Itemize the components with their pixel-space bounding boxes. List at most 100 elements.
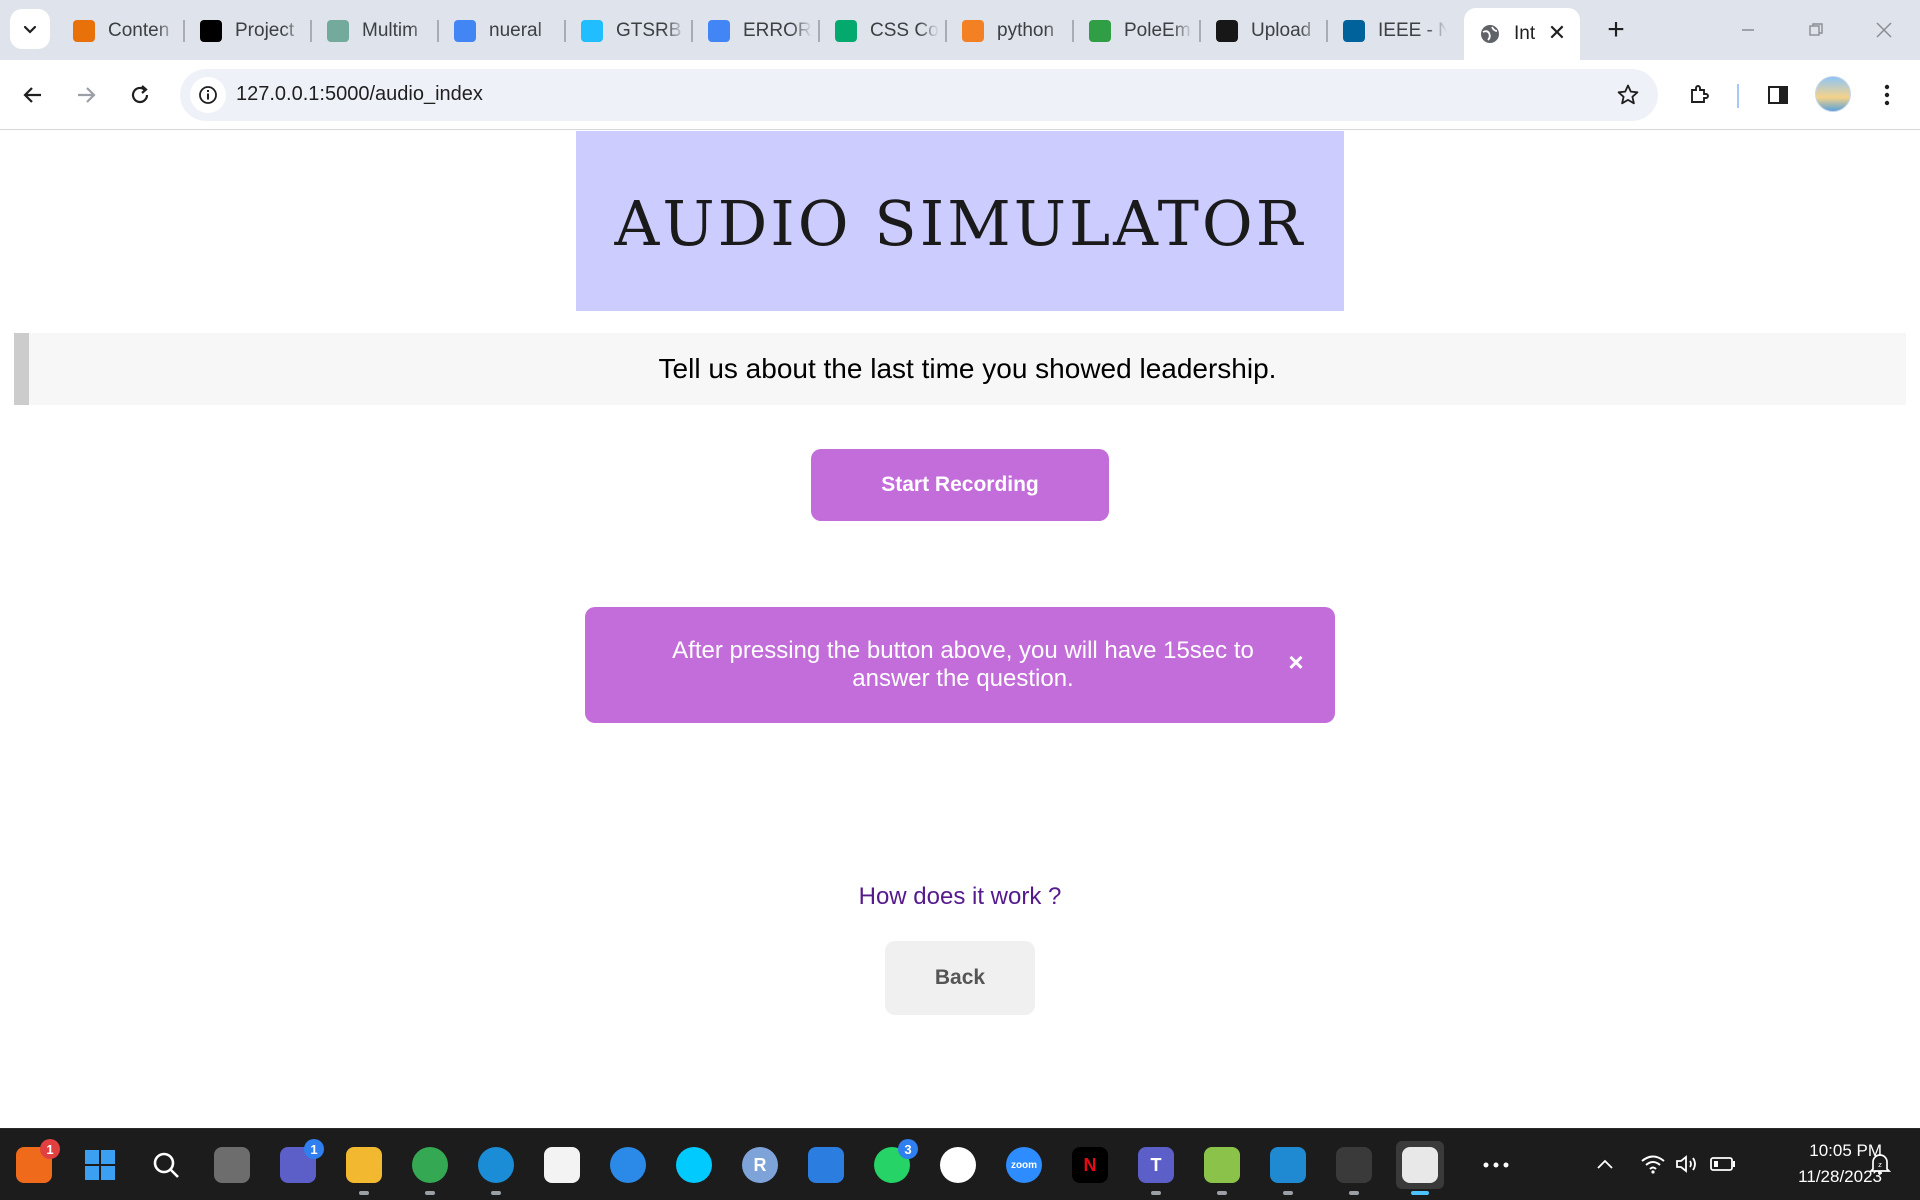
star-icon	[1617, 84, 1639, 105]
more-apps-taskbar-button[interactable]	[1472, 1141, 1520, 1189]
chrome-taskbar-button[interactable]	[406, 1141, 454, 1195]
question-blockquote: Tell us about the last time you showed l…	[14, 333, 1906, 405]
battery-icon	[1710, 1157, 1735, 1171]
notification-badge: 1	[304, 1139, 324, 1159]
minimize-button[interactable]	[1720, 10, 1776, 50]
back-button[interactable]: Back	[885, 941, 1035, 1015]
extensions-button[interactable]	[1680, 76, 1718, 114]
reload-button[interactable]	[118, 73, 162, 117]
tab[interactable]: python	[949, 12, 1068, 50]
zoom-icon: zoom	[1006, 1147, 1042, 1183]
close-tab-icon[interactable]: ✕	[1546, 20, 1568, 45]
zoom-taskbar-button[interactable]: zoom	[1000, 1141, 1048, 1189]
bookmark-button[interactable]	[1610, 77, 1646, 113]
alert-close-icon[interactable]: ×	[1281, 647, 1311, 677]
tab-title: Int	[1514, 23, 1536, 44]
taskbar-app-label: T	[1150, 1154, 1162, 1175]
running-indicator	[1151, 1191, 1161, 1195]
taskbar-app-label: N	[1083, 1154, 1097, 1175]
alexa-taskbar-button[interactable]	[670, 1141, 718, 1189]
ieee-icon	[1342, 19, 1366, 43]
how-it-works-link[interactable]: How does it work ?	[859, 883, 1062, 910]
chevron-up-icon	[1597, 1159, 1613, 1169]
task-view-taskbar-button[interactable]	[208, 1141, 256, 1189]
tab[interactable]: nueral	[441, 12, 560, 50]
stackoverflow-icon	[961, 19, 985, 43]
teams-taskbar-button[interactable]: T	[1132, 1141, 1180, 1195]
mongodb-taskbar-button[interactable]	[934, 1141, 982, 1189]
minimize-icon	[1742, 29, 1754, 31]
back-nav-button[interactable]	[11, 73, 55, 117]
site-info-button[interactable]	[190, 77, 226, 113]
google-icon	[453, 19, 477, 43]
url-text[interactable]: 127.0.0.1:5000/audio_index	[236, 83, 483, 106]
mail-taskbar-button[interactable]	[802, 1141, 850, 1189]
running-indicator	[1283, 1191, 1293, 1195]
r-taskbar-button[interactable]: R	[736, 1141, 784, 1189]
tab-separator	[437, 20, 439, 42]
windows-start-taskbar-button[interactable]	[76, 1141, 124, 1189]
tab-search-button[interactable]	[10, 9, 50, 49]
tab-separator	[183, 20, 185, 42]
tab[interactable]: ERROR	[695, 12, 814, 50]
globe-icon	[1478, 22, 1502, 46]
menu-button[interactable]	[1868, 76, 1906, 114]
start-recording-button[interactable]: Start Recording	[811, 449, 1109, 521]
new-tab-button[interactable]: +	[1598, 12, 1634, 48]
restore-icon	[1809, 23, 1823, 36]
tab-separator	[1199, 20, 1201, 42]
get-help-taskbar-button[interactable]	[604, 1141, 652, 1189]
tab-separator	[310, 20, 312, 42]
microsoft-store-icon	[544, 1147, 580, 1183]
tab-title: Conten	[108, 20, 170, 41]
file-explorer-taskbar-button[interactable]	[340, 1141, 388, 1195]
terminal-taskbar-button[interactable]	[1330, 1141, 1378, 1195]
whatsapp-taskbar-button[interactable]: 3	[868, 1139, 918, 1189]
tab-active[interactable]: Int ✕	[1464, 8, 1580, 60]
edge-icon	[478, 1147, 514, 1183]
tab[interactable]: Conten	[60, 12, 179, 50]
address-bar[interactable]: 127.0.0.1:5000/audio_index	[180, 69, 1658, 121]
show-hidden-icons-button[interactable]	[1588, 1128, 1622, 1200]
bar-chart-icon	[72, 19, 96, 43]
tab[interactable]: CSS Co	[822, 12, 941, 50]
alexa-icon	[676, 1147, 712, 1183]
tab[interactable]: Project	[187, 12, 306, 50]
chrome-icon	[412, 1147, 448, 1183]
tab[interactable]: PoleEm	[1076, 12, 1195, 50]
running-indicator	[1411, 1191, 1429, 1195]
side-panel-icon	[1768, 86, 1788, 104]
volume-status[interactable]	[1670, 1128, 1704, 1200]
netflix-taskbar-button[interactable]: N	[1066, 1141, 1114, 1189]
tab[interactable]: IEEE - N	[1330, 12, 1449, 50]
notepad-taskbar-button[interactable]	[1198, 1141, 1246, 1195]
restore-button[interactable]	[1788, 10, 1844, 50]
r-icon: R	[742, 1147, 778, 1183]
tab-separator	[1326, 20, 1328, 42]
reload-icon	[131, 85, 149, 104]
tab-separator	[1072, 20, 1074, 42]
battery-status[interactable]	[1706, 1128, 1740, 1200]
how-it-works-row: How does it work ?	[0, 883, 1920, 911]
microsoft-store-taskbar-button[interactable]	[538, 1141, 586, 1189]
tab[interactable]: GTSRB	[568, 12, 687, 50]
vscode-taskbar-button[interactable]	[1264, 1141, 1312, 1195]
close-window-button[interactable]	[1856, 10, 1912, 50]
tab[interactable]: Multim	[314, 12, 433, 50]
notifications-button[interactable]: z	[1862, 1128, 1898, 1200]
wifi-status[interactable]	[1636, 1128, 1670, 1200]
snipping-tool-taskbar-button[interactable]	[1396, 1141, 1444, 1195]
teams-chat-taskbar-button[interactable]: 1	[274, 1139, 324, 1189]
tab-title: GTSRB	[616, 20, 682, 41]
forward-nav-button[interactable]	[64, 73, 108, 117]
firefox-nightly-taskbar-button[interactable]: 1	[10, 1139, 60, 1189]
profile-avatar[interactable]	[1815, 76, 1851, 112]
running-indicator	[1349, 1191, 1359, 1195]
page-content: AUDIO SIMULATOR Tell us about the last t…	[0, 131, 1920, 1128]
arrow-right-icon	[78, 87, 96, 103]
search-taskbar-button[interactable]	[142, 1141, 190, 1189]
file-explorer-icon	[346, 1147, 382, 1183]
tab[interactable]: Upload	[1203, 12, 1322, 50]
edge-taskbar-button[interactable]	[472, 1141, 520, 1195]
side-panel-button[interactable]	[1759, 76, 1797, 114]
